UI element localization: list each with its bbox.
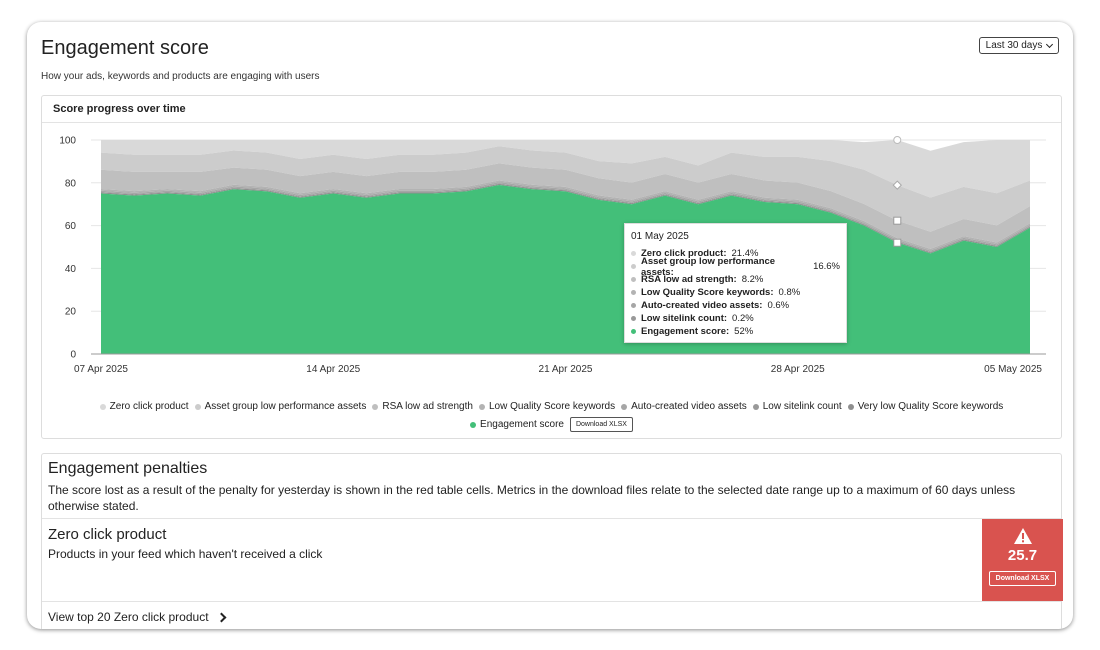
tooltip-row: Low Quality Score keywords: 0.8% xyxy=(631,286,840,299)
legend-item[interactable]: Auto-created video assets xyxy=(621,401,747,412)
engagement-penalties-panel: Engagement penalties The score lost as a… xyxy=(41,453,1063,629)
legend-item[interactable]: Low sitelink count xyxy=(752,401,842,412)
view-top-20-label: View top 20 Zero click product xyxy=(48,610,209,624)
tooltip-value: 16.6% xyxy=(813,261,840,272)
engagement-score-card: Engagement score How your ads, keywords … xyxy=(27,22,1073,629)
legend-label: Asset group low performance assets xyxy=(204,401,367,412)
legend-dot xyxy=(99,403,106,410)
legend-item[interactable]: Asset group low performance assets xyxy=(194,401,367,412)
tooltip-value: 0.2% xyxy=(732,313,754,324)
tooltip-value: 52% xyxy=(734,326,754,337)
chevron-right-icon xyxy=(216,612,226,622)
chevron-down-icon xyxy=(1046,40,1054,48)
tooltip-row: RSA low ad strength: 8.2% xyxy=(631,273,840,286)
tooltip-dot xyxy=(631,329,636,334)
y-tick-label: 40 xyxy=(65,264,77,275)
hover-marker xyxy=(893,136,902,144)
legend-row-2: Engagement score Download XLSX xyxy=(42,417,1061,432)
penalties-description: The score lost as a result of the penalt… xyxy=(48,483,1016,513)
penalty-item-description: Products in your feed which haven't rece… xyxy=(48,547,323,561)
date-range-value: Last 30 days xyxy=(985,40,1043,51)
legend-label: Low sitelink count xyxy=(762,401,842,412)
legend-dot xyxy=(194,403,201,410)
legend-label: Low Quality Score keywords xyxy=(488,401,616,412)
legend-item[interactable]: Very low Quality Score keywords xyxy=(847,401,1004,412)
view-top-20-link[interactable]: View top 20 Zero click product xyxy=(48,610,226,624)
x-tick-label: 28 Apr 2025 xyxy=(771,364,825,375)
score-area-chart[interactable]: 0 20 40 60 80 100 07 Apr 2025 14 Apr 2025 21 Apr… xyxy=(42,96,1061,396)
legend-label: RSA low ad strength xyxy=(382,401,473,412)
score-progress-panel: Score progress over time 0 20 40 60 80 100 07 … xyxy=(41,95,1062,439)
date-range-select[interactable]: Last 30 days xyxy=(979,37,1059,54)
tooltip-row: Low sitelink count: 0.2% xyxy=(631,312,840,325)
tooltip-row: Asset group low performance assets: 16.6% xyxy=(631,256,840,278)
tooltip-row: Auto-created video assets: 0.6% xyxy=(631,299,840,312)
tooltip-row: Engagement score: 52% xyxy=(631,325,840,338)
tooltip-date: 01 May 2025 xyxy=(631,231,689,242)
legend-label: Auto-created video assets xyxy=(631,401,747,412)
legend-dot xyxy=(847,403,854,410)
legend-item[interactable]: Zero click product xyxy=(99,401,189,412)
penalty-score-cell: 25.7 Download XLSX xyxy=(982,519,1063,601)
x-tick-label: 21 Apr 2025 xyxy=(539,364,593,375)
tooltip-value: 8.2% xyxy=(741,274,764,285)
x-tick-label: 07 Apr 2025 xyxy=(74,364,128,375)
penalty-item-title: Zero click product xyxy=(48,526,167,543)
chart-download-xlsx-button[interactable]: Download XLSX xyxy=(569,417,633,432)
penalty-download-xlsx-button[interactable]: Download XLSX xyxy=(988,571,1057,586)
y-tick-label: 0 xyxy=(70,350,76,361)
legend-label: Very low Quality Score keywords xyxy=(857,401,1004,412)
hover-marker xyxy=(893,216,902,225)
legend-item-engagement-score[interactable]: Engagement score xyxy=(470,419,564,430)
legend-label: Engagement score xyxy=(480,419,564,430)
page-title: Engagement score xyxy=(41,37,209,59)
tooltip-label: RSA low ad strength: xyxy=(641,274,737,285)
tooltip-dot xyxy=(631,264,636,269)
chart-tooltip: 01 May 2025 Zero click product: 21.4% Asse… xyxy=(624,223,847,343)
legend: Zero click product Asset group low perfor… xyxy=(42,401,1061,412)
legend-dot xyxy=(372,403,379,410)
y-tick-label: 20 xyxy=(65,307,77,318)
tooltip-value: 0.6% xyxy=(767,300,790,311)
tooltip-dot xyxy=(631,277,636,282)
tooltip-dot xyxy=(631,316,636,321)
x-tick-label: 05 May 2025 xyxy=(984,364,1042,375)
penalty-score-value: 25.7 xyxy=(1007,547,1038,564)
tooltip-label: Low Quality Score keywords: xyxy=(641,287,774,298)
hover-marker xyxy=(893,238,902,247)
page-subtitle: How your ads, keywords and products are … xyxy=(41,71,320,82)
tooltip-dot xyxy=(631,251,636,256)
legend-dot xyxy=(470,421,477,428)
penalties-title: Engagement penalties xyxy=(48,460,208,477)
tooltip-dot xyxy=(631,290,636,295)
legend-dot xyxy=(752,403,759,410)
legend-dot xyxy=(478,403,485,410)
divider xyxy=(42,601,1061,602)
legend-item[interactable]: RSA low ad strength xyxy=(372,401,473,412)
y-tick-label: 100 xyxy=(59,136,76,147)
tooltip-label: Low sitelink count: xyxy=(641,313,728,324)
tooltip-label: Auto-created video assets: xyxy=(641,300,763,311)
tooltip-dot xyxy=(631,303,636,308)
tooltip-rows: Zero click product: 21.4% Asset group low … xyxy=(631,247,840,338)
legend-label: Zero click product xyxy=(109,401,189,412)
x-tick-label: 14 Apr 2025 xyxy=(306,364,360,375)
legend-item[interactable]: Low Quality Score keywords xyxy=(478,401,616,412)
y-tick-label: 60 xyxy=(65,221,77,232)
warning-icon xyxy=(1013,528,1032,544)
divider xyxy=(42,518,1061,519)
tooltip-value: 0.8% xyxy=(778,287,801,298)
tooltip-label: Engagement score: xyxy=(641,326,730,337)
y-tick-label: 80 xyxy=(65,178,77,189)
legend-dot xyxy=(621,403,628,410)
